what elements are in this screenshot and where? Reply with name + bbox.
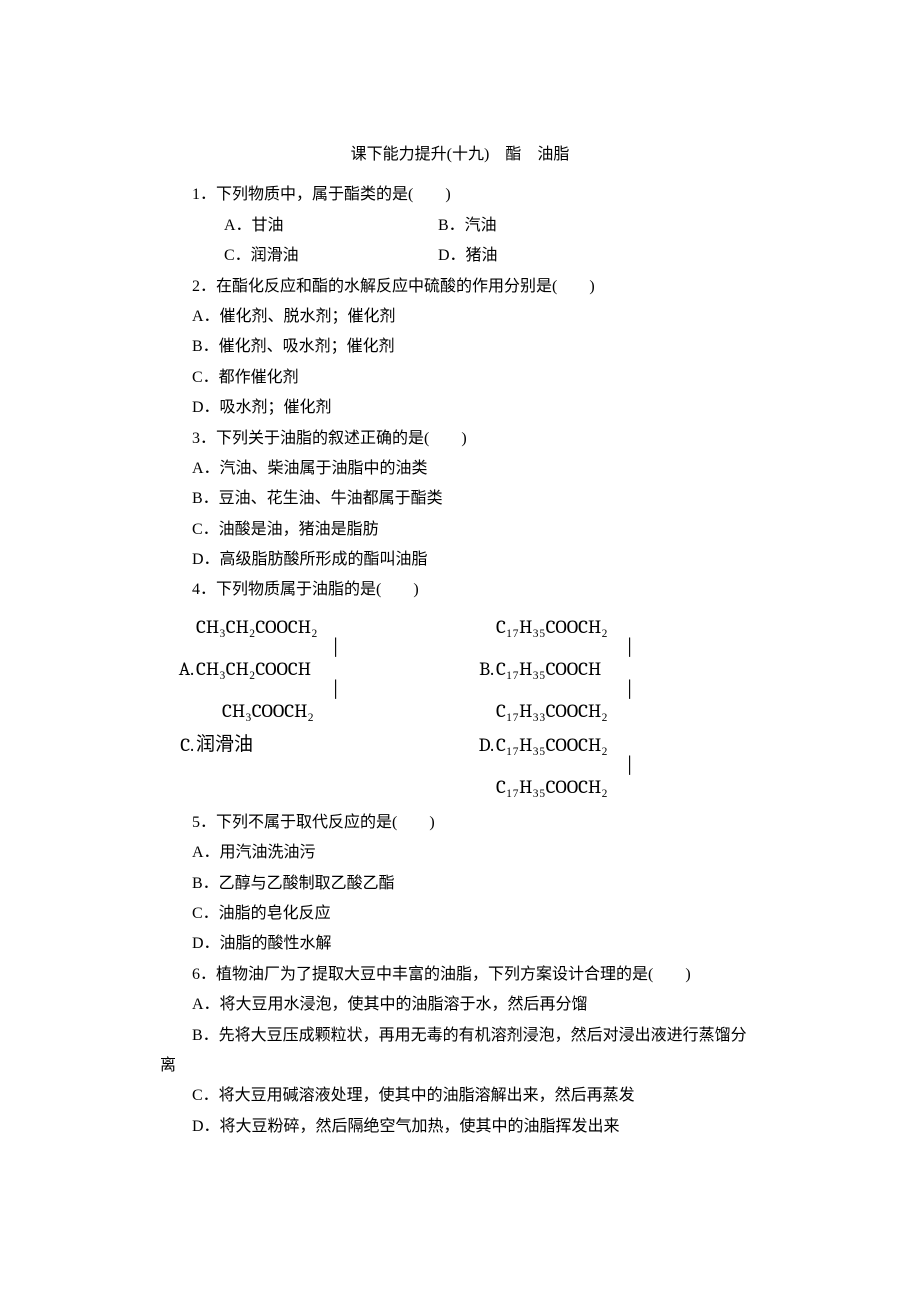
q2-option-d: D．吸水剂；催化剂 [160, 393, 760, 423]
q6-option-a: A．将大豆用水浸泡，使其中的油脂溶于水，然后再分馏 [160, 990, 760, 1020]
q5-option-a: A．用汽油洗油污 [160, 838, 760, 868]
q4-a-line3: CH₃COOCH₂ [196, 699, 314, 724]
q4-option-c: C.润滑油 [160, 732, 253, 758]
q3-option-d: D．高级脂肪酸所形成的酯叫油脂 [160, 545, 760, 575]
q4-stem: 4．下列物质属于油脂的是( ) [160, 575, 760, 605]
q4-d-line2: C₁₇H₃₅COOCH₂ [496, 775, 608, 800]
q4-structures: CH₃CH₂COOCH₂ │ A.CH₃CH₂COOCH │ CH₃COOCH₂… [160, 614, 760, 800]
q2-option-b: B．催化剂、吸水剂；催化剂 [160, 332, 760, 362]
q4-a-line1: CH₃CH₂COOCH₂ [196, 615, 318, 640]
q3-option-b: B．豆油、花生油、牛油都属于酯类 [160, 484, 760, 514]
q6-stem: 6．植物油厂为了提取大豆中丰富的油脂，下列方案设计合理的是( ) [160, 960, 760, 990]
q6-option-b: B．先将大豆压成颗粒状，再用无毒的有机溶剂浸泡，然后对浸出液进行蒸馏分离 [160, 1021, 760, 1082]
q3-option-c: C．油酸是油，猪油是脂肪 [160, 515, 760, 545]
q4-b-line2: C₁₇H₃₅COOCH [496, 657, 601, 682]
q5-option-b: B．乙醇与乙酸制取乙酸乙酯 [160, 869, 760, 899]
q4-d-line1: C₁₇H₃₅COOCH₂ [496, 733, 608, 758]
q4-b-line3: C₁₇H₃₃COOCH₂ [496, 699, 608, 724]
q2-option-a: A．催化剂、脱水剂；催化剂 [160, 302, 760, 332]
bond-bar-icon: │ [196, 682, 341, 698]
q3-stem: 3．下列关于油脂的叙述正确的是( ) [160, 424, 760, 454]
q6-option-d: D．将大豆粉碎，然后隔绝空气加热，使其中的油脂挥发出来 [160, 1112, 760, 1142]
q4-b-prefix: B. [460, 657, 494, 682]
q4-c-prefix: C. [160, 733, 194, 758]
q4-right-column: C₁₇H₃₅COOCH₂ │ B.C₁₇H₃₅COOCH │ C₁₇H₃₃COO… [460, 614, 760, 800]
bond-bar-icon: │ [196, 640, 341, 656]
q1-options-row2: C．润滑油 D．猪油 [160, 241, 760, 271]
bond-bar-icon: │ [496, 640, 635, 656]
q4-a-line2: CH₃CH₂COOCH [196, 657, 311, 682]
q4-c-text: 润滑油 [196, 733, 253, 758]
q4-d-prefix: D. [460, 733, 494, 758]
q1-options-row1: A．甘油 B．汽油 [160, 211, 760, 241]
q1-option-a: A．甘油 [192, 211, 402, 241]
q1-option-b: B．汽油 [406, 211, 497, 241]
q2-option-c: C．都作催化剂 [160, 363, 760, 393]
q6-option-c: C．将大豆用碱溶液处理，使其中的油脂溶解出来，然后再蒸发 [160, 1081, 760, 1111]
document-page: 课下能力提升(十九) 酯 油脂 1．下列物质中，属于酯类的是( ) A．甘油 B… [0, 0, 920, 1302]
q4-a-prefix: A. [160, 657, 194, 682]
q4-left-column: CH₃CH₂COOCH₂ │ A.CH₃CH₂COOCH │ CH₃COOCH₂… [160, 614, 460, 800]
q4-option-b: C₁₇H₃₅COOCH₂ │ B.C₁₇H₃₅COOCH │ C₁₇H₃₃COO… [460, 614, 635, 724]
q1-option-c: C．润滑油 [192, 241, 402, 271]
q3-option-a: A．汽油、柴油属于油脂中的油类 [160, 454, 760, 484]
q5-option-d: D．油脂的酸性水解 [160, 929, 760, 959]
q4-b-line1: C₁₇H₃₅COOCH₂ [496, 615, 608, 640]
q1-option-d: D．猪油 [406, 241, 498, 271]
bond-bar-icon: │ [496, 758, 635, 774]
q4-option-d: D.C₁₇H₃₅COOCH₂ │ C₁₇H₃₅COOCH₂ [460, 732, 635, 800]
bond-bar-icon: │ [496, 682, 635, 698]
q2-stem: 2．在酯化反应和酯的水解反应中硫酸的作用分别是( ) [160, 272, 760, 302]
q5-stem: 5．下列不属于取代反应的是( ) [160, 808, 760, 838]
q5-option-c: C．油脂的皂化反应 [160, 899, 760, 929]
q4-option-a: CH₃CH₂COOCH₂ │ A.CH₃CH₂COOCH │ CH₃COOCH₂ [160, 614, 341, 724]
q1-stem: 1．下列物质中，属于酯类的是( ) [160, 180, 760, 210]
page-title: 课下能力提升(十九) 酯 油脂 [160, 140, 760, 170]
